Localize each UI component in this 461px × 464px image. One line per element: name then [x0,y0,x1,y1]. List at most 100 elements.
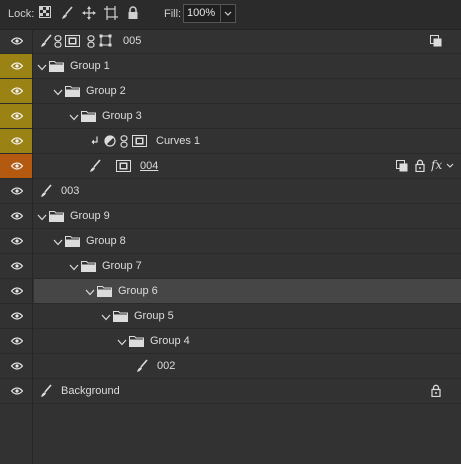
eye-icon [11,187,23,195]
layer-content[interactable]: Group 2 [34,79,461,103]
layer-name[interactable]: Group 7 [102,260,142,272]
visibility-toggle[interactable] [0,379,33,403]
layer-row[interactable]: Group 1 [0,54,461,79]
layer-content[interactable]: Background [34,379,461,403]
folder-icon [65,85,80,100]
layers-toolbar: Lock: Fill: 100% [0,0,461,30]
layer-content[interactable]: Group 8 [34,229,461,253]
link-icon [120,135,128,151]
layer-row[interactable]: 002 [0,354,461,379]
layer-effects-fx-icon[interactable]: fx [430,158,455,175]
vector-mask-icon [99,34,112,50]
layer-row[interactable]: Group 4 [0,329,461,354]
eye-icon [11,62,23,70]
layer-row[interactable]: Group 7 [0,254,461,279]
layer-mask-icon [116,160,131,175]
layer-name[interactable]: Group 5 [134,310,174,322]
layer-content[interactable]: 002 [34,354,461,378]
layer-name[interactable]: Group 6 [118,285,158,297]
layer-name[interactable]: 005 [123,35,141,47]
visibility-toggle[interactable] [0,354,33,378]
visibility-toggle[interactable] [0,204,33,228]
layer-name[interactable]: 003 [61,185,79,197]
chevron-down-icon[interactable] [117,337,127,349]
layer-name[interactable]: Background [61,385,120,397]
visibility-toggle[interactable] [0,179,33,203]
layer-name[interactable]: Group 9 [70,210,110,222]
lock-transparent-pixels-icon[interactable] [39,6,53,20]
eye-icon [11,37,23,45]
visibility-toggle[interactable] [0,254,33,278]
layer-row[interactable]: Group 2 [0,79,461,104]
eye-icon [11,262,23,270]
visibility-toggle[interactable] [0,129,33,153]
layer-content[interactable]: Group 5 [34,304,461,328]
chevron-down-icon[interactable] [53,237,63,249]
eye-icon [11,387,23,395]
visibility-toggle[interactable] [0,154,33,178]
layer-row[interactable]: 003 [0,179,461,204]
chevron-down-icon[interactable] [69,112,79,124]
layer-row[interactable]: Curves 1 [0,129,461,154]
layer-row[interactable]: 004 fx [0,154,461,179]
layer-content[interactable]: Group 7 [34,254,461,278]
chevron-down-icon[interactable] [85,287,95,299]
clipping-artboard-icon [396,160,408,175]
layer-content[interactable]: 003 [34,179,461,203]
eye-icon [11,337,23,345]
layer-row[interactable]: Background [0,379,461,404]
visibility-toggle[interactable] [0,29,33,53]
clipping-artboard-icon [430,35,442,50]
fill-input[interactable]: 100% [183,4,221,23]
layer-content[interactable]: Group 4 [34,329,461,353]
layer-row[interactable]: Group 9 [0,204,461,229]
visibility-toggle[interactable] [0,304,33,328]
visibility-toggle[interactable] [0,279,33,303]
clipping-arrow-icon [91,136,99,149]
layer-name[interactable]: Group 2 [86,85,126,97]
visibility-toggle[interactable] [0,329,33,353]
layer-row[interactable]: Group 5 [0,304,461,329]
layer-content[interactable]: Group 9 [34,204,461,228]
folder-icon [81,260,96,275]
visibility-toggle[interactable] [0,229,33,253]
svg-text:fx: fx [431,158,442,172]
visibility-toggle[interactable] [0,104,33,128]
layer-row[interactable]: Group 8 [0,229,461,254]
layer-content[interactable]: Curves 1 [34,129,461,153]
layer-name[interactable]: 004 [140,160,158,172]
layer-name[interactable]: Group 1 [70,60,110,72]
fill-dropdown-button[interactable] [220,4,236,23]
layer-content[interactable]: Group 6 [34,279,461,303]
lock-all-icon[interactable] [127,6,141,20]
eye-icon [11,87,23,95]
chevron-down-icon[interactable] [101,312,111,324]
layer-content[interactable]: Group 1 [34,54,461,78]
layer-content[interactable]: 005 [34,29,461,53]
layer-name[interactable]: Group 3 [102,110,142,122]
lock-icon [431,384,441,400]
layer-name[interactable]: 002 [157,360,175,372]
lock-position-icon[interactable] [82,6,96,20]
folder-icon [65,235,80,250]
layer-name[interactable]: Group 8 [86,235,126,247]
eye-icon [11,362,23,370]
layer-row-selected[interactable]: Group 6 [0,279,461,304]
visibility-toggle[interactable] [0,79,33,103]
layer-name[interactable]: Group 4 [150,335,190,347]
visibility-toggle[interactable] [0,54,33,78]
chevron-down-icon[interactable] [69,262,79,274]
layer-content[interactable]: 004 fx [34,154,461,178]
lock-image-pixels-icon[interactable] [60,6,74,20]
layer-row[interactable]: 005 [0,29,461,54]
folder-icon [49,60,64,75]
lock-icon [415,159,425,175]
chevron-down-icon[interactable] [37,212,47,224]
chevron-down-icon[interactable] [53,87,63,99]
layer-content[interactable]: Group 3 [34,104,461,128]
layer-name[interactable]: Curves 1 [156,135,200,147]
layer-row[interactable]: Group 3 [0,104,461,129]
lock-artboard-icon[interactable] [104,6,118,20]
chevron-down-icon[interactable] [37,62,47,74]
visibility-column-empty [0,404,33,464]
